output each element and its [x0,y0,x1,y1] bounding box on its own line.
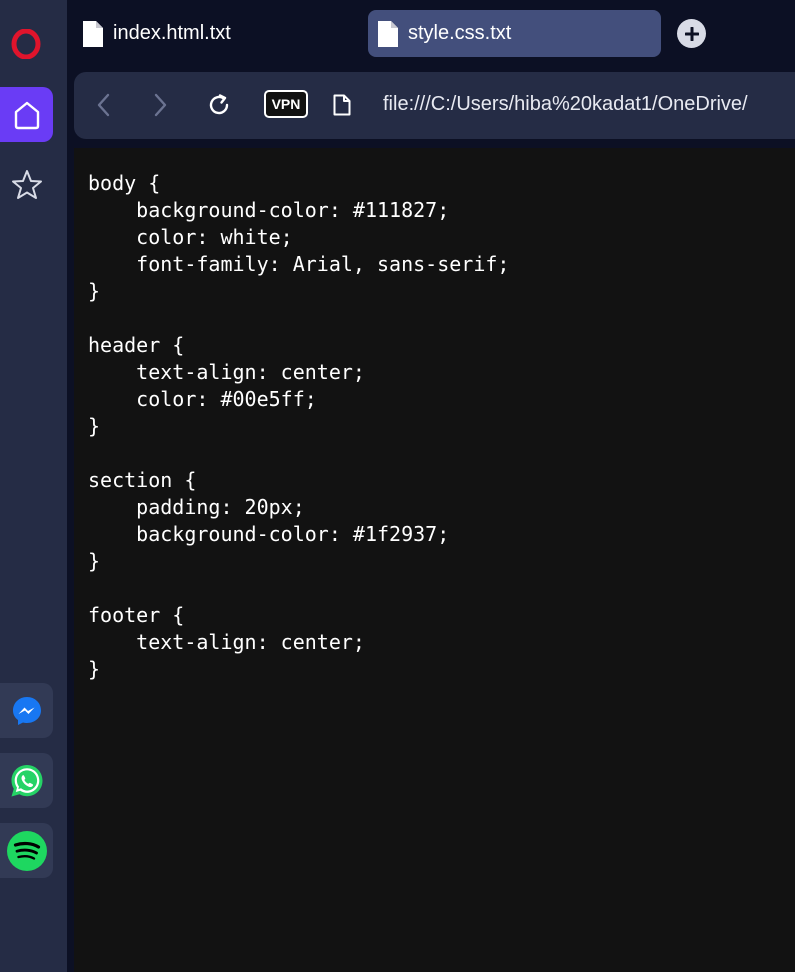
plus-icon [684,26,699,41]
address-bar: VPN file:///C:/Users/hiba%20kadat1/OneDr… [74,72,795,139]
file-icon [378,20,398,47]
tab-style-css[interactable]: style.css.txt [368,10,661,57]
reload-button[interactable] [206,92,232,118]
page-info-button[interactable] [333,94,351,116]
sidebar-item-pinboards[interactable] [0,157,53,212]
reload-icon [206,92,232,118]
url-field[interactable]: file:///C:/Users/hiba%20kadat1/OneDrive/ [383,93,748,116]
opera-logo[interactable] [11,28,41,60]
back-button[interactable] [94,92,114,118]
sidebar-item-messenger[interactable] [0,683,53,738]
tab-label: index.html.txt [113,22,231,44]
document-viewer: body { background-color: #111827; color:… [74,148,795,972]
css-file-text: body { background-color: #111827; color:… [88,171,510,681]
file-outline-icon [333,94,351,116]
sidebar-item-home[interactable] [0,87,53,142]
file-icon [83,20,103,47]
whatsapp-icon [8,762,46,800]
sidebar-item-spotify[interactable] [0,823,53,878]
sidebar-item-whatsapp[interactable] [0,753,53,808]
chevron-left-icon [94,92,114,118]
messenger-icon [10,694,44,728]
tab-strip: index.html.txt style.css.txt [67,0,795,68]
tab-label: style.css.txt [408,22,512,44]
star-icon [10,168,44,202]
sidebar [0,0,67,972]
forward-button[interactable] [150,92,170,118]
new-tab-button[interactable] [677,19,706,48]
chevron-right-icon [150,92,170,118]
vpn-badge[interactable]: VPN [264,90,308,118]
home-icon [12,99,42,131]
tab-index-html[interactable]: index.html.txt [83,10,231,57]
spotify-icon [6,830,48,872]
